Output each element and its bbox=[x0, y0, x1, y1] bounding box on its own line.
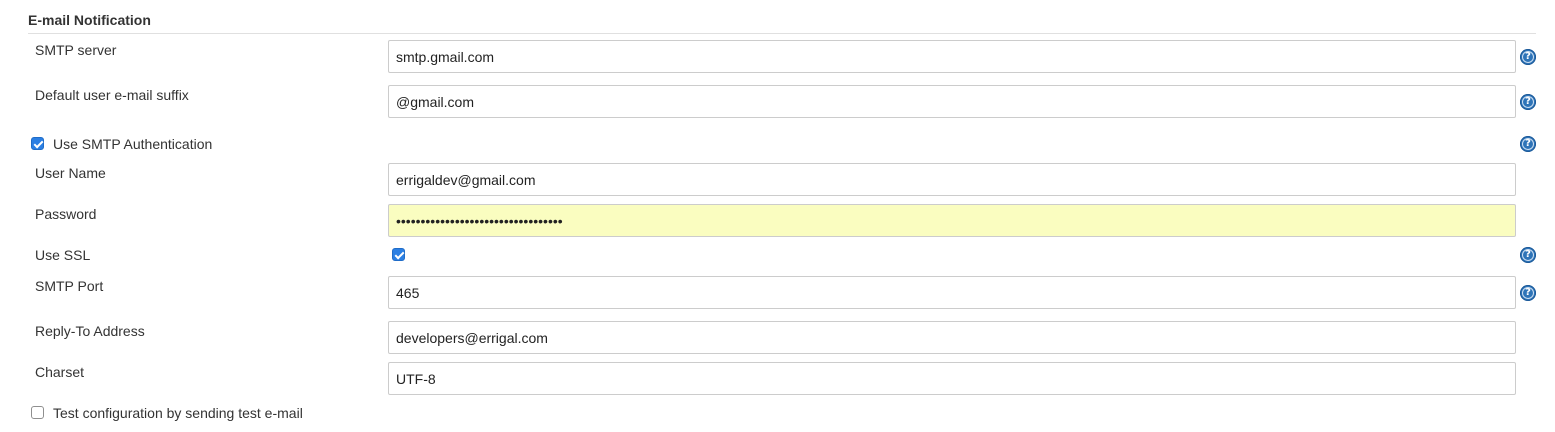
smtp-auth-help-icon[interactable]: ? bbox=[1520, 136, 1536, 152]
email-suffix-label: Default user e-mail suffix bbox=[35, 87, 189, 103]
help-glyph: ? bbox=[1525, 51, 1531, 62]
use-smtp-auth-label: Use SMTP Authentication bbox=[53, 136, 213, 152]
charset-input[interactable] bbox=[388, 362, 1516, 395]
email-suffix-input[interactable] bbox=[388, 85, 1516, 118]
smtp-port-label: SMTP Port bbox=[35, 278, 104, 294]
email-notification-panel: E-mail Notification SMTP server ? Defaul… bbox=[0, 0, 1555, 432]
smtp-server-label: SMTP server bbox=[35, 42, 117, 58]
email-suffix-help-icon[interactable]: ? bbox=[1520, 94, 1536, 110]
section-divider bbox=[28, 33, 1536, 34]
test-config-label: Test configuration by sending test e-mai… bbox=[53, 405, 303, 421]
test-config-checkbox[interactable] bbox=[31, 406, 44, 419]
smtp-port-help-icon[interactable]: ? bbox=[1520, 285, 1536, 301]
use-ssl-label: Use SSL bbox=[35, 247, 91, 263]
smtp-port-input[interactable] bbox=[388, 276, 1516, 309]
help-glyph: ? bbox=[1525, 138, 1531, 149]
use-smtp-auth-checkbox[interactable] bbox=[31, 137, 44, 150]
use-ssl-help-icon[interactable]: ? bbox=[1520, 247, 1536, 263]
section-title: E-mail Notification bbox=[28, 12, 151, 28]
password-label: Password bbox=[35, 206, 97, 222]
smtp-server-input[interactable] bbox=[388, 40, 1516, 73]
help-glyph: ? bbox=[1525, 96, 1531, 107]
password-input[interactable] bbox=[388, 204, 1516, 237]
reply-to-label: Reply-To Address bbox=[35, 323, 145, 339]
charset-label: Charset bbox=[35, 364, 85, 380]
use-ssl-checkbox[interactable] bbox=[392, 248, 405, 261]
help-glyph: ? bbox=[1525, 249, 1531, 260]
reply-to-input[interactable] bbox=[388, 321, 1516, 354]
smtp-server-help-icon[interactable]: ? bbox=[1520, 49, 1536, 65]
user-name-input[interactable] bbox=[388, 163, 1516, 196]
user-name-label: User Name bbox=[35, 165, 106, 181]
help-glyph: ? bbox=[1525, 287, 1531, 298]
